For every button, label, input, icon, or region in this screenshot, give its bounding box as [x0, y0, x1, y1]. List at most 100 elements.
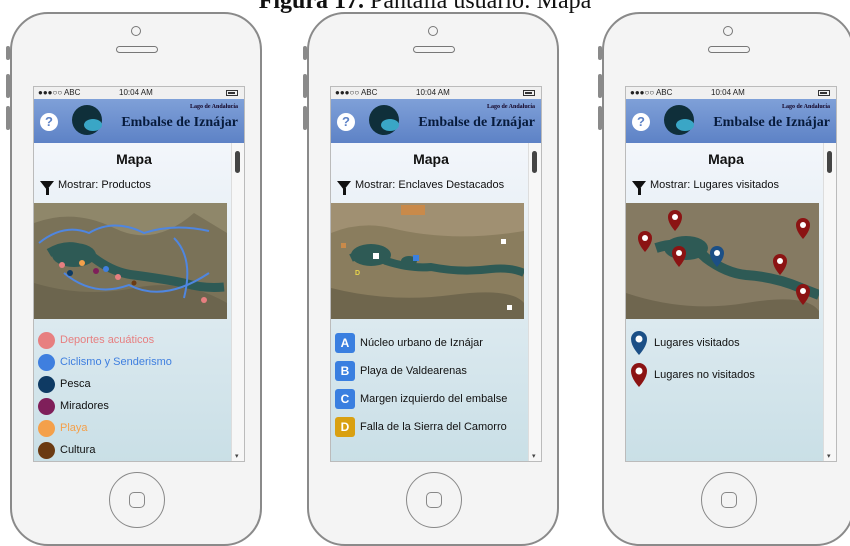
logo-icon: [72, 105, 102, 135]
camera-icon: [131, 26, 141, 36]
phone-side-button: [6, 74, 10, 98]
svg-text:D: D: [355, 270, 360, 277]
legend-color-dot: [38, 441, 55, 459]
carrier-signal: ●●●○○ ABC: [630, 88, 673, 97]
product-legend: Deportes acuáticos Ciclismo y Senderismo…: [38, 329, 232, 461]
app-header: ? Lago de Andalucía Embalse de Iznájar: [34, 99, 244, 143]
carrier-signal: ●●●○○ ABC: [335, 88, 378, 97]
satellite-map[interactable]: D: [331, 203, 524, 319]
phone-side-button: [6, 46, 10, 60]
brand-title: Embalse de Iznájar: [713, 115, 830, 130]
scroll-down-icon[interactable]: ▾: [235, 452, 239, 460]
speaker-grille: [116, 46, 158, 53]
filter-selector[interactable]: Mostrar: Enclaves Destacados: [337, 179, 504, 195]
legend-item[interactable]: Playa: [38, 417, 232, 439]
battery-icon: [818, 90, 830, 96]
home-button[interactable]: [406, 472, 462, 528]
legend-item[interactable]: Lugares no visitados: [630, 359, 824, 391]
filter-label: Mostrar: Lugares visitados: [650, 179, 779, 191]
brand-subtitle: Lago de Andalucía: [486, 104, 535, 110]
help-icon[interactable]: ?: [337, 113, 355, 131]
legend-label: Pesca: [60, 378, 91, 390]
legend-item[interactable]: Pesca: [38, 373, 232, 395]
scroll-thumb[interactable]: [532, 151, 537, 173]
phone-side-button: [598, 46, 602, 60]
help-icon[interactable]: ?: [40, 113, 58, 131]
legend-label: Lugares no visitados: [654, 369, 755, 381]
list-item[interactable]: D Falla de la Sierra del Camorro: [335, 413, 529, 441]
map-panel: Mapa Mostrar: Lugares visitados Lugares …: [626, 143, 826, 461]
map-view[interactable]: [626, 203, 819, 319]
funnel-icon: [337, 180, 351, 195]
list-item[interactable]: C Margen izquierdo del embalse: [335, 385, 529, 413]
battery-icon: [523, 90, 535, 96]
phone-side-button: [303, 46, 307, 60]
filter-selector[interactable]: Mostrar: Lugares visitados: [632, 179, 779, 195]
scrollbar[interactable]: ▾: [231, 143, 244, 461]
brand-subtitle: Lago de Andalucía: [781, 104, 830, 110]
map-view[interactable]: [34, 203, 227, 319]
carrier-signal: ●●●○○ ABC: [38, 88, 81, 97]
enclave-letter-badge: C: [335, 389, 355, 409]
funnel-icon: [632, 180, 646, 195]
status-bar: ●●●○○ ABC 10:04 AM: [331, 87, 541, 99]
home-button[interactable]: [701, 472, 757, 528]
legend-item[interactable]: Ciclismo y Senderismo: [38, 351, 232, 373]
scroll-thumb[interactable]: [827, 151, 832, 173]
phone-mockup-enclaves: ●●●○○ ABC 10:04 AM ? Lago de Andalucía E…: [303, 12, 559, 546]
app-screen: ●●●○○ ABC 10:04 AM ? Lago de Andalucía E…: [625, 86, 837, 462]
scroll-down-icon[interactable]: ▾: [532, 452, 536, 460]
home-square-icon: [426, 492, 442, 508]
brand-title: Embalse de Iznájar: [121, 115, 238, 130]
scroll-thumb[interactable]: [235, 151, 240, 173]
app-header: ? Lago de Andalucía Embalse de Iznájar: [626, 99, 836, 143]
page-title: Mapa: [116, 151, 152, 167]
legend-item[interactable]: Cultura: [38, 439, 232, 461]
battery-icon: [226, 90, 238, 96]
satellite-map[interactable]: [626, 203, 819, 319]
enclave-list: A Núcleo urbano de Iznájar B Playa de Vald…: [335, 329, 529, 441]
home-square-icon: [721, 492, 737, 508]
phone-side-button: [303, 106, 307, 130]
legend-color-dot: [38, 353, 55, 371]
satellite-map[interactable]: [34, 203, 227, 319]
help-icon[interactable]: ?: [632, 113, 650, 131]
legend-label: Deportes acuáticos: [60, 334, 155, 346]
enclave-letter-badge: D: [335, 417, 355, 437]
map-view[interactable]: D: [331, 203, 524, 319]
brand-subtitle: Lago de Andalucía: [189, 104, 238, 110]
enclave-label: Playa de Valdearenas: [360, 365, 467, 377]
phone-side-button: [6, 106, 10, 130]
enclave-label: Falla de la Sierra del Camorro: [360, 421, 507, 433]
funnel-icon: [40, 180, 54, 195]
filter-selector[interactable]: Mostrar: Productos: [40, 179, 151, 195]
phone-side-button: [303, 74, 307, 98]
camera-icon: [428, 26, 438, 36]
home-button[interactable]: [109, 472, 165, 528]
list-item[interactable]: A Núcleo urbano de Iznájar: [335, 329, 529, 357]
legend-item[interactable]: Lugares visitados: [630, 327, 824, 359]
legend-color-dot: [38, 419, 55, 437]
legend-label: Playa: [60, 422, 88, 434]
status-bar: ●●●○○ ABC 10:04 AM: [626, 87, 836, 99]
scroll-down-icon[interactable]: ▾: [827, 452, 831, 460]
legend-label: Lugares visitados: [654, 337, 740, 349]
legend-label: Ciclismo y Senderismo: [60, 356, 172, 368]
map-panel: Mapa Mostrar: Enclaves Destacados D A Nú…: [331, 143, 531, 461]
legend-item[interactable]: Deportes acuáticos: [38, 329, 232, 351]
visited-legend: Lugares visitados Lugares no visitados: [630, 327, 824, 391]
status-time: 10:04 AM: [711, 88, 745, 97]
enclave-label: Margen izquierdo del embalse: [360, 393, 508, 405]
legend-color-dot: [38, 375, 55, 393]
speaker-grille: [708, 46, 750, 53]
scrollbar[interactable]: ▾: [823, 143, 836, 461]
scrollbar[interactable]: ▾: [528, 143, 541, 461]
legend-color-dot: [38, 397, 55, 415]
app-screen: ●●●○○ ABC 10:04 AM ? Lago de Andalucía E…: [330, 86, 542, 462]
enclave-letter-badge: B: [335, 361, 355, 381]
home-square-icon: [129, 492, 145, 508]
brand-title: Embalse de Iznájar: [418, 115, 535, 130]
status-time: 10:04 AM: [119, 88, 153, 97]
legend-item[interactable]: Miradores: [38, 395, 232, 417]
list-item[interactable]: B Playa de Valdearenas: [335, 357, 529, 385]
